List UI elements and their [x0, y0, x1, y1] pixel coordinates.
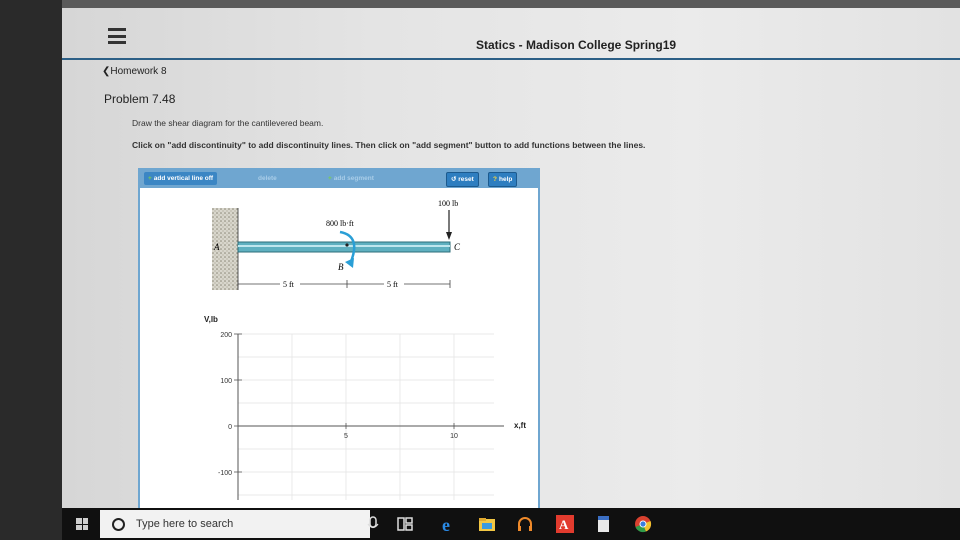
windows-taskbar: Type here to search e A	[62, 508, 960, 540]
back-to-homework-link[interactable]: ❮Homework 8	[102, 66, 167, 77]
point-b-label: B	[338, 262, 344, 272]
headphones-icon[interactable]	[516, 515, 534, 533]
browser-page: Statics - Madison College Spring19 ❮Home…	[62, 8, 960, 512]
svg-text:A: A	[559, 517, 569, 532]
y-tick-label: -100	[218, 470, 232, 477]
dim-left-label: 5 ft	[283, 280, 295, 289]
edge-icon[interactable]: e	[440, 515, 458, 533]
shear-diagram-applet: + add vertical line off delete + add segme…	[138, 168, 540, 512]
plus-icon: +	[148, 175, 152, 182]
chrome-icon[interactable]	[634, 515, 652, 533]
chart-grid	[237, 333, 494, 500]
point-load-arrowhead	[446, 232, 452, 240]
x-tick-label: 10	[450, 433, 458, 440]
beam-figure: A C B 800 lb·ft 100 lb 5 ft 5 ft	[212, 199, 461, 290]
back-link-label: Homework 8	[110, 66, 167, 77]
applet-toolbar: + add vertical line off delete + add segme…	[140, 170, 538, 188]
add-segment-label: add segment	[333, 175, 374, 182]
adobe-icon[interactable]: A	[556, 515, 574, 533]
y-tick-labels: 200 100 0 -100	[218, 332, 232, 477]
windows-start-icon[interactable]	[76, 518, 88, 530]
instruction-text: Draw the shear diagram for the cantileve…	[132, 118, 324, 128]
file-explorer-icon[interactable]	[478, 515, 496, 533]
course-title: Statics - Madison College Spring19	[476, 38, 677, 52]
point-a-label: A	[213, 242, 220, 252]
x-tick-labels: 5 10	[344, 433, 458, 440]
delete-button[interactable]: delete	[254, 172, 281, 185]
y-tick-label: 100	[220, 378, 232, 385]
add-vertical-line-button[interactable]: + add vertical line off	[144, 172, 218, 185]
task-view-icon[interactable]	[396, 515, 414, 533]
question-icon: ?	[493, 176, 497, 183]
app-header: Statics - Madison College Spring19	[62, 14, 960, 60]
help-button[interactable]: ? help	[488, 172, 518, 187]
point-c-label: C	[454, 242, 461, 252]
monitor-bezel	[0, 0, 62, 540]
taskbar-search-input[interactable]: Type here to search	[100, 510, 370, 538]
help-label: help	[498, 176, 513, 183]
add-segment-button[interactable]: + add segment	[324, 172, 378, 185]
delete-label: delete	[258, 175, 277, 182]
reset-icon: ↺	[451, 176, 457, 183]
shear-diagram-chart[interactable]: V,lb x,ft 200 100 0 -100 5 10	[140, 308, 538, 500]
x-axis-label: x,ft	[514, 421, 526, 430]
dim-right-label: 5 ft	[387, 280, 399, 289]
x-tick-label: 5	[344, 433, 348, 440]
add-vertical-line-label: add vertical line off	[153, 175, 214, 182]
svg-text:e: e	[442, 515, 450, 533]
instruction-text-bold: Click on "add discontinuity" to add disc…	[132, 140, 646, 150]
problem-title: Problem 7.48	[104, 92, 176, 106]
mic-icon[interactable]	[364, 515, 382, 533]
menu-icon[interactable]	[108, 28, 126, 44]
y-axis-label: V,lb	[204, 315, 218, 324]
plus-icon: +	[328, 175, 332, 182]
moment-label: 800 lb·ft	[326, 219, 355, 228]
cortana-icon	[112, 518, 125, 531]
point-b-marker	[345, 243, 349, 247]
reset-button[interactable]: ↺ reset	[446, 172, 479, 187]
point-load-label: 100 lb	[438, 199, 458, 208]
chart-axes	[234, 333, 504, 500]
moment-arrowhead	[345, 258, 354, 268]
reset-label: reset	[458, 176, 474, 183]
y-tick-label: 0	[228, 424, 232, 431]
y-tick-label: 200	[220, 332, 232, 339]
search-placeholder: Type here to search	[136, 518, 234, 530]
document-icon[interactable]	[594, 515, 612, 533]
